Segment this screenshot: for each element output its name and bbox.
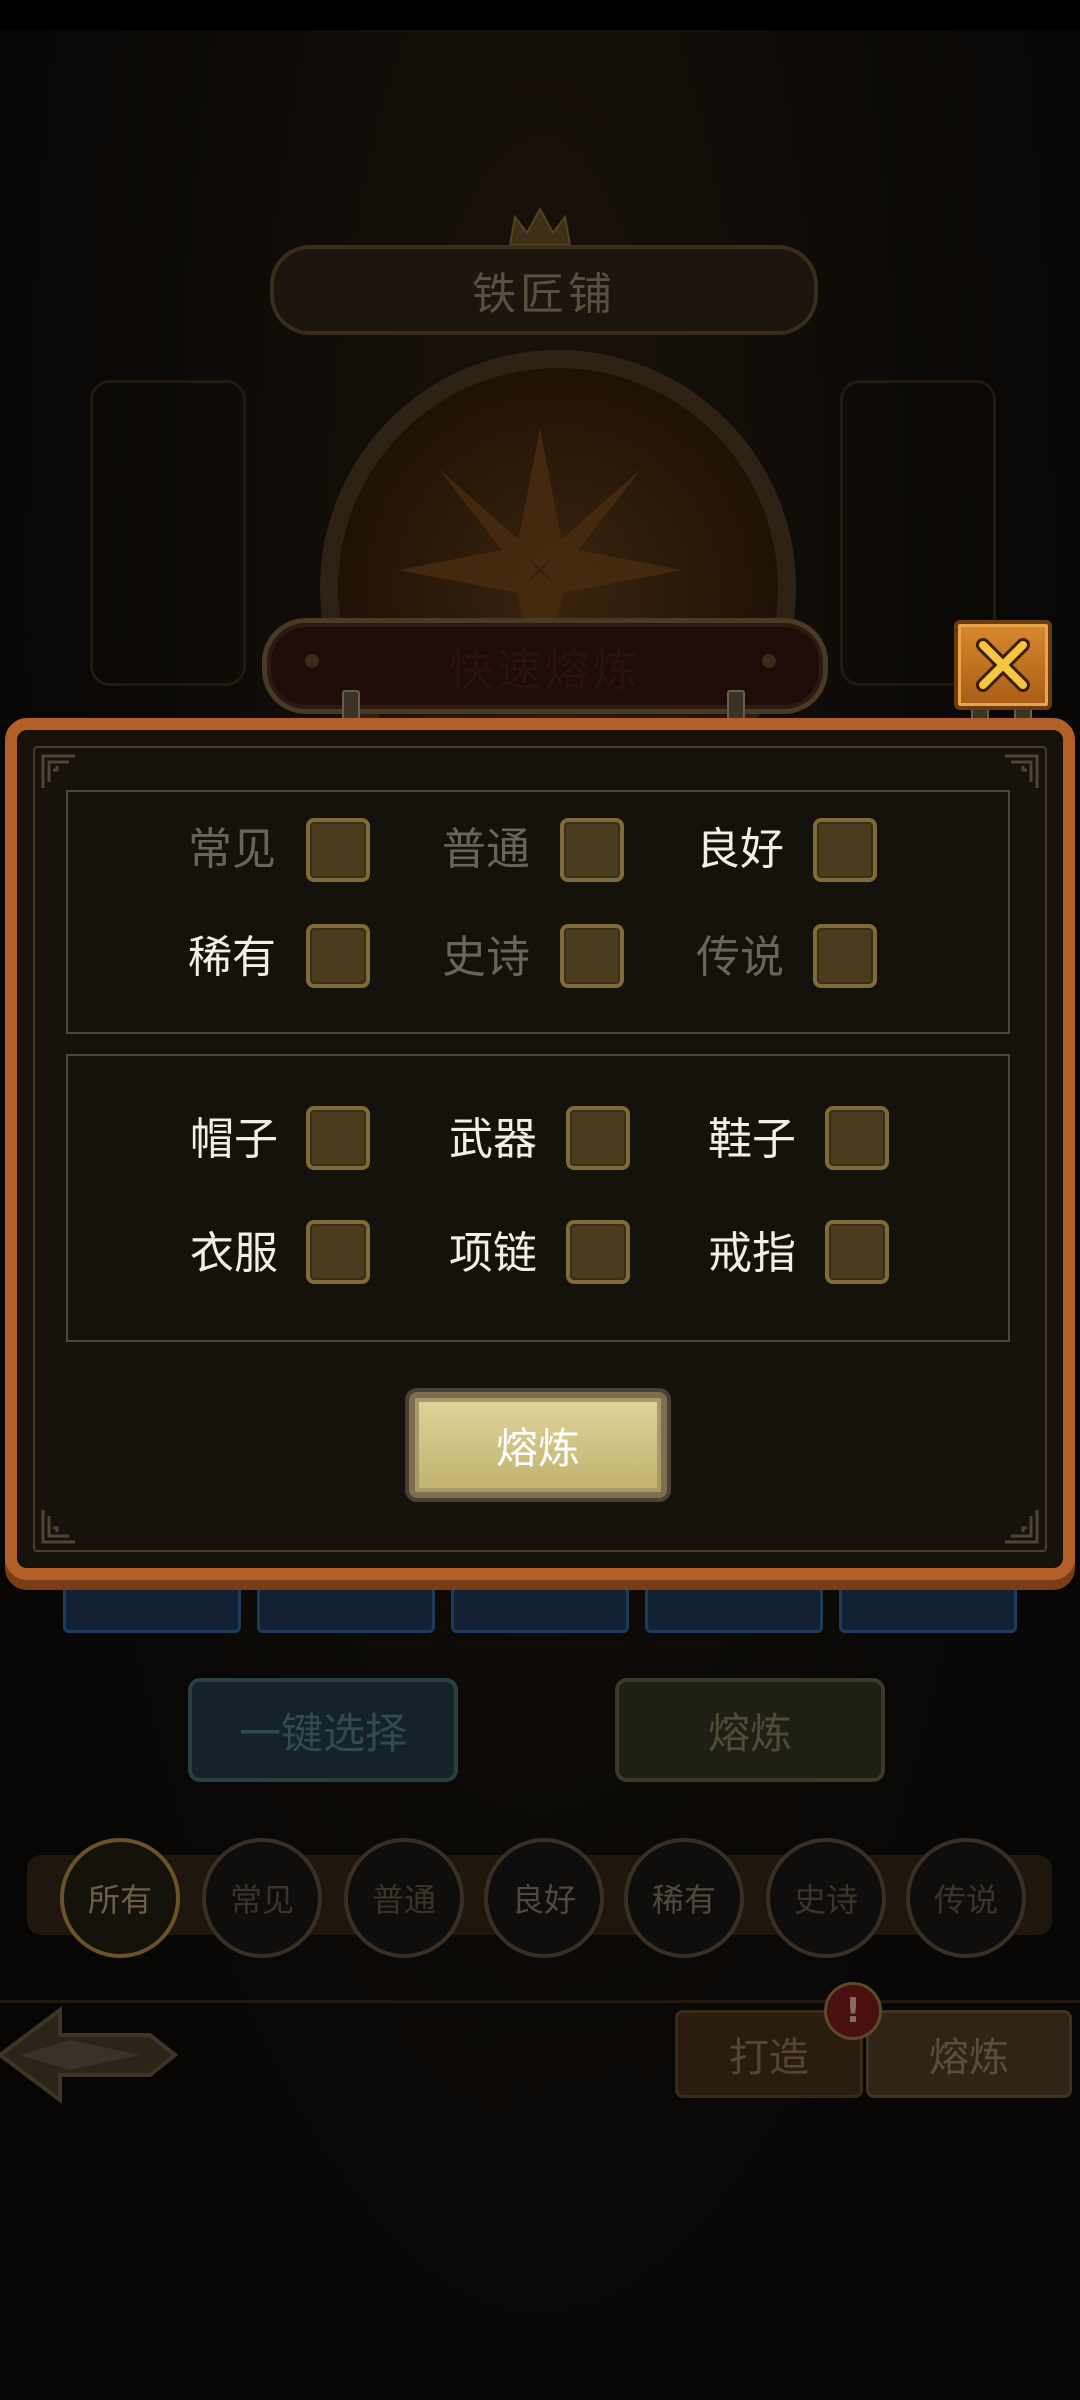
checkbox-shoes[interactable] (825, 1106, 889, 1170)
equip-label-hat: 帽子 (190, 1114, 278, 1165)
equip-label-necklace: 项链 (449, 1228, 537, 1279)
checkbox-common[interactable] (306, 818, 370, 882)
rarity-tab-rare: 稀有 (624, 1838, 744, 1958)
corner-ornament-icon (1005, 1510, 1039, 1544)
corner-ornament-icon (41, 1510, 75, 1544)
tab-smelt: 熔炼 (866, 2010, 1072, 2098)
equip-label-shoes: 鞋子 (708, 1114, 796, 1165)
one-click-select-button: 一键选择 (188, 1678, 458, 1782)
corner-ornament-icon (41, 754, 75, 788)
checkbox-epic[interactable] (560, 924, 624, 988)
crown-icon (508, 206, 572, 246)
equipment-slot (645, 1585, 823, 1633)
rarity-label-normal: 普通 (442, 824, 530, 875)
rarity-label-epic: 史诗 (442, 932, 530, 983)
rarity-tab-good: 良好 (484, 1838, 604, 1958)
checkbox-hat[interactable] (306, 1106, 370, 1170)
equip-label-ring: 戒指 (708, 1228, 796, 1279)
checkbox-weapon[interactable] (566, 1106, 630, 1170)
equipment-slot-strip (35, 1585, 1073, 1635)
smelt-confirm-button[interactable]: 熔炼 (409, 1392, 667, 1498)
rarity-tab-common: 常见 (202, 1838, 322, 1958)
equipment-filter-group (66, 1054, 1010, 1342)
frame-ornament-left (90, 380, 246, 686)
background-smelt-button: 熔炼 (615, 1678, 885, 1782)
banner-ornament (305, 654, 319, 668)
back-arrow-icon (0, 2006, 179, 2104)
status-bar (0, 0, 1080, 30)
rarity-tab-normal: 普通 (344, 1838, 464, 1958)
checkbox-clothes[interactable] (306, 1220, 370, 1284)
checkbox-ring[interactable] (825, 1220, 889, 1284)
checkbox-good[interactable] (813, 818, 877, 882)
banner-ornament (762, 654, 776, 668)
rarity-label-legendary: 传说 (696, 932, 784, 983)
alert-badge: ! (824, 1982, 882, 2040)
rarity-tab-all: 所有 (60, 1838, 180, 1958)
equip-label-clothes: 衣服 (190, 1228, 278, 1279)
rarity-tab-epic: 史诗 (766, 1838, 886, 1958)
rarity-label-common: 常见 (188, 824, 276, 875)
rarity-label-good: 良好 (696, 824, 784, 875)
equipment-slot (63, 1585, 241, 1633)
close-button[interactable] (954, 620, 1052, 710)
equip-label-weapon: 武器 (449, 1114, 537, 1165)
checkbox-rare[interactable] (306, 924, 370, 988)
shop-title: 铁匠铺 (270, 245, 818, 335)
equipment-slot (839, 1585, 1017, 1633)
checkbox-necklace[interactable] (566, 1220, 630, 1284)
rarity-tab-legendary: 传说 (906, 1838, 1026, 1958)
corner-ornament-icon (1005, 754, 1039, 788)
equipment-slot (257, 1585, 435, 1633)
checkbox-legendary[interactable] (813, 924, 877, 988)
rarity-label-rare: 稀有 (188, 932, 276, 983)
close-icon (976, 638, 1030, 692)
checkbox-normal[interactable] (560, 818, 624, 882)
equipment-slot (451, 1585, 629, 1633)
